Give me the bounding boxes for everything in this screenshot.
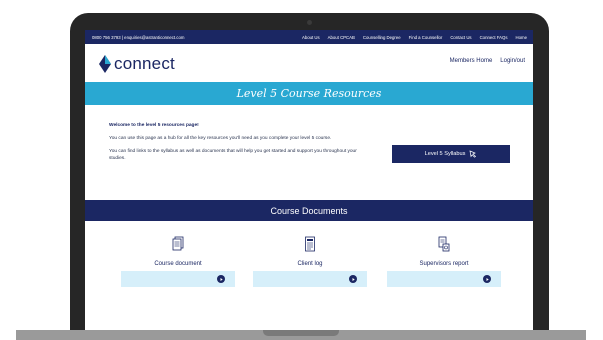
course-document-link[interactable] (121, 271, 235, 287)
contact-info: 0800 756 3793 | enquiries@astranticonnec… (92, 34, 185, 40)
browser-screen: 0800 756 3793 | enquiries@astranticonnec… (85, 30, 533, 330)
laptop-notch (263, 330, 339, 336)
intro-paragraph-2: You can find links to the syllabus as we… (109, 149, 357, 161)
nav-about-us[interactable]: About Us (302, 35, 320, 40)
click-icon (469, 150, 477, 158)
arrow-right-icon (483, 275, 491, 283)
nav-find-counsellor[interactable]: Find a Counsellor (409, 35, 443, 40)
nav-login[interactable]: Login/out (500, 58, 525, 64)
page-title: Level 5 Course Resources (236, 87, 382, 100)
doc-label: Course document (154, 261, 202, 267)
top-nav: About Us About CPCAB Counselling Degree … (302, 30, 527, 44)
nav-about-cpcab[interactable]: About CPCAB (328, 35, 355, 40)
report-icon (437, 236, 451, 252)
client-log-link[interactable] (253, 271, 367, 287)
logo-text: connect (114, 54, 175, 73)
header: connect Members Home Login/out (85, 44, 533, 80)
syllabus-label: Level 5 Syllabus (424, 151, 466, 157)
intro-text: Welcome to the level 5 resources page! Y… (109, 122, 359, 168)
syllabus-button[interactable]: Level 5 Syllabus (392, 145, 510, 163)
intro-paragraph-1: You can use this page as a hub for all t… (109, 136, 332, 141)
page-title-banner: Level 5 Course Resources (85, 82, 533, 105)
doc-course-document: Course document (121, 236, 235, 287)
nav-home[interactable]: Home (516, 35, 527, 40)
doc-supervisors-report: Supervisors report (387, 236, 501, 287)
nav-connect-faqs[interactable]: Connect FAQs (480, 35, 508, 40)
doc-client-log: Client log (253, 236, 367, 287)
course-documents-header: Course Documents (85, 200, 533, 221)
camera-dot (307, 20, 312, 25)
arrow-right-icon (349, 275, 357, 283)
log-icon (303, 236, 317, 252)
main-nav: Members Home Login/out (450, 58, 525, 64)
top-bar: 0800 756 3793 | enquiries@astranticonnec… (85, 30, 533, 44)
nav-counselling-degree[interactable]: Counselling Degree (363, 35, 401, 40)
course-documents-title: Course Documents (270, 205, 348, 216)
supervisors-report-link[interactable] (387, 271, 501, 287)
arrow-right-icon (217, 275, 225, 283)
doc-label: Supervisors report (419, 261, 469, 267)
nav-members-home[interactable]: Members Home (450, 58, 493, 64)
welcome-text: Welcome to the level 5 resources page! (109, 123, 199, 128)
connect-logo[interactable]: connect (99, 54, 175, 74)
nav-contact-us[interactable]: Contact Us (450, 35, 471, 40)
documents-icon (171, 236, 185, 252)
doc-label: Client log (297, 261, 323, 267)
diamond-logo-icon (99, 55, 111, 73)
